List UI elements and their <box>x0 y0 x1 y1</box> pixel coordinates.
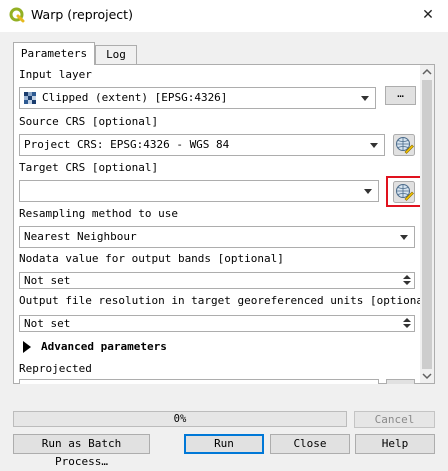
spin-down-icon[interactable] <box>401 323 413 330</box>
target-crs-label: Target CRS [optional] <box>19 161 159 174</box>
progress-bar: 0% <box>13 411 347 427</box>
browse-layer-button[interactable]: … <box>385 86 416 105</box>
run-button[interactable]: Run <box>184 434 264 454</box>
scroll-up-icon[interactable] <box>420 65 434 79</box>
source-crs-label: Source CRS [optional] <box>19 115 159 128</box>
source-crs-value: Project CRS: EPSG:4326 - WGS 84 <box>24 138 230 151</box>
close-icon[interactable]: ✕ <box>416 4 440 28</box>
raster-layer-icon <box>24 92 36 104</box>
input-layer-combo[interactable]: Clipped (extent) [EPSG:4326] <box>19 87 376 109</box>
window-title: Warp (reproject) <box>31 7 133 22</box>
qgis-logo-icon <box>9 7 25 23</box>
reprojected-browse-button[interactable] <box>386 379 415 384</box>
nodata-label: Nodata value for output bands [optional] <box>19 252 284 265</box>
progress-text: 0% <box>173 413 187 425</box>
tab-parameters[interactable]: Parameters <box>13 42 95 65</box>
advanced-parameters-toggle[interactable]: Advanced parameters <box>41 340 167 354</box>
resampling-combo[interactable]: Nearest Neighbour <box>19 226 415 248</box>
resampling-label: Resampling method to use <box>19 207 178 220</box>
chevron-down-icon <box>364 189 372 194</box>
reprojected-output-field[interactable] <box>19 379 379 384</box>
close-button[interactable]: Close <box>270 434 350 454</box>
parameters-panel <box>13 64 435 384</box>
input-layer-label: Input layer <box>19 68 92 81</box>
chevron-down-icon <box>400 235 408 240</box>
resolution-label: Output file resolution in target georefe… <box>19 294 437 307</box>
crs-select-icon[interactable] <box>393 134 415 156</box>
nodata-value: Not set <box>24 274 71 287</box>
tab-log[interactable]: Log <box>95 45 137 65</box>
scroll-down-icon[interactable] <box>420 369 434 383</box>
scrollbar-thumb[interactable] <box>422 80 432 369</box>
resolution-spinbox[interactable]: Not set <box>19 315 415 332</box>
input-layer-value: Clipped (extent) [EPSG:4326] <box>42 91 228 104</box>
chevron-down-icon <box>361 96 369 101</box>
source-crs-combo[interactable]: Project CRS: EPSG:4326 - WGS 84 <box>19 134 385 156</box>
nodata-spinbox[interactable]: Not set <box>19 272 415 289</box>
reprojected-label: Reprojected <box>19 362 92 375</box>
run-batch-button[interactable]: Run as Batch Process… <box>13 434 150 468</box>
chevron-down-icon <box>370 143 378 148</box>
expand-triangle-icon[interactable] <box>22 341 32 353</box>
resampling-value: Nearest Neighbour <box>24 230 137 243</box>
resolution-value: Not set <box>24 317 71 330</box>
help-button[interactable]: Help <box>355 434 435 454</box>
target-crs-combo[interactable] <box>19 180 379 202</box>
spin-down-icon[interactable] <box>401 280 413 287</box>
cancel-button[interactable]: Cancel <box>354 411 435 428</box>
